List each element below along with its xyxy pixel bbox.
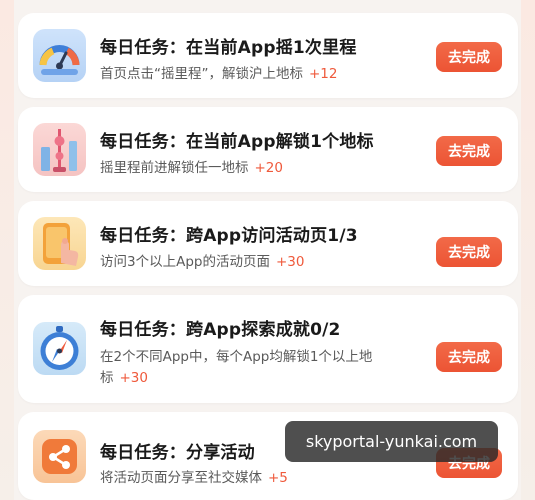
task-reward: +5 xyxy=(268,470,288,486)
gauge-icon xyxy=(33,29,86,82)
task-card: 每日任务：跨App访问活动页1/3 访问3个以上App的活动页面 +30 去完成 xyxy=(18,201,518,286)
task-card: 每日任务：在当前App摇1次里程 首页点击“摇里程”，解锁沪上地标 +12 去完成 xyxy=(18,13,518,98)
background-edge-left xyxy=(0,0,14,500)
task-description: 在2个不同App中，每个App均解锁1个以上地 标 +30 xyxy=(100,349,373,386)
task-card: 每日任务：跨App探索成就0/2 在2个不同App中，每个App均解锁1个以上地… xyxy=(18,295,518,403)
watermark: skyportal-yunkai.com xyxy=(285,421,498,462)
complete-task-button[interactable]: 去完成 xyxy=(436,237,502,267)
task-reward: +12 xyxy=(309,66,338,82)
task-title: 每日任务：在当前App摇1次里程 xyxy=(100,38,357,58)
task-card: 每日任务：在当前App解锁1个地标 摇里程前进解锁任一地标 +20 去完成 xyxy=(18,107,518,192)
complete-task-button[interactable]: 去完成 xyxy=(436,342,502,372)
share-icon xyxy=(33,430,86,483)
task-title: 每日任务：跨App访问活动页1/3 xyxy=(100,226,358,246)
compass-icon xyxy=(33,322,86,375)
phone-tap-icon xyxy=(33,217,86,270)
background-edge-right xyxy=(521,0,535,500)
task-reward: +20 xyxy=(254,160,284,176)
task-reward: +30 xyxy=(275,254,305,270)
task-description: 摇里程前进解锁任一地标 +20 xyxy=(100,160,284,176)
task-description: 首页点击“摇里程”，解锁沪上地标 +12 xyxy=(100,66,338,82)
task-title: 每日任务：在当前App解锁1个地标 xyxy=(100,132,374,152)
task-description: 将活动页面分享至社交媒体 +5 xyxy=(100,470,288,486)
complete-task-button[interactable]: 去完成 xyxy=(436,136,502,166)
task-title: 每日任务：跨App探索成就0/2 xyxy=(100,320,341,340)
task-title: 每日任务：分享活动 xyxy=(100,443,255,463)
task-description: 访问3个以上App的活动页面 +30 xyxy=(100,254,305,270)
complete-task-button[interactable]: 去完成 xyxy=(436,42,502,72)
task-reward: +30 xyxy=(119,370,149,386)
landmark-tower-icon xyxy=(33,123,86,176)
